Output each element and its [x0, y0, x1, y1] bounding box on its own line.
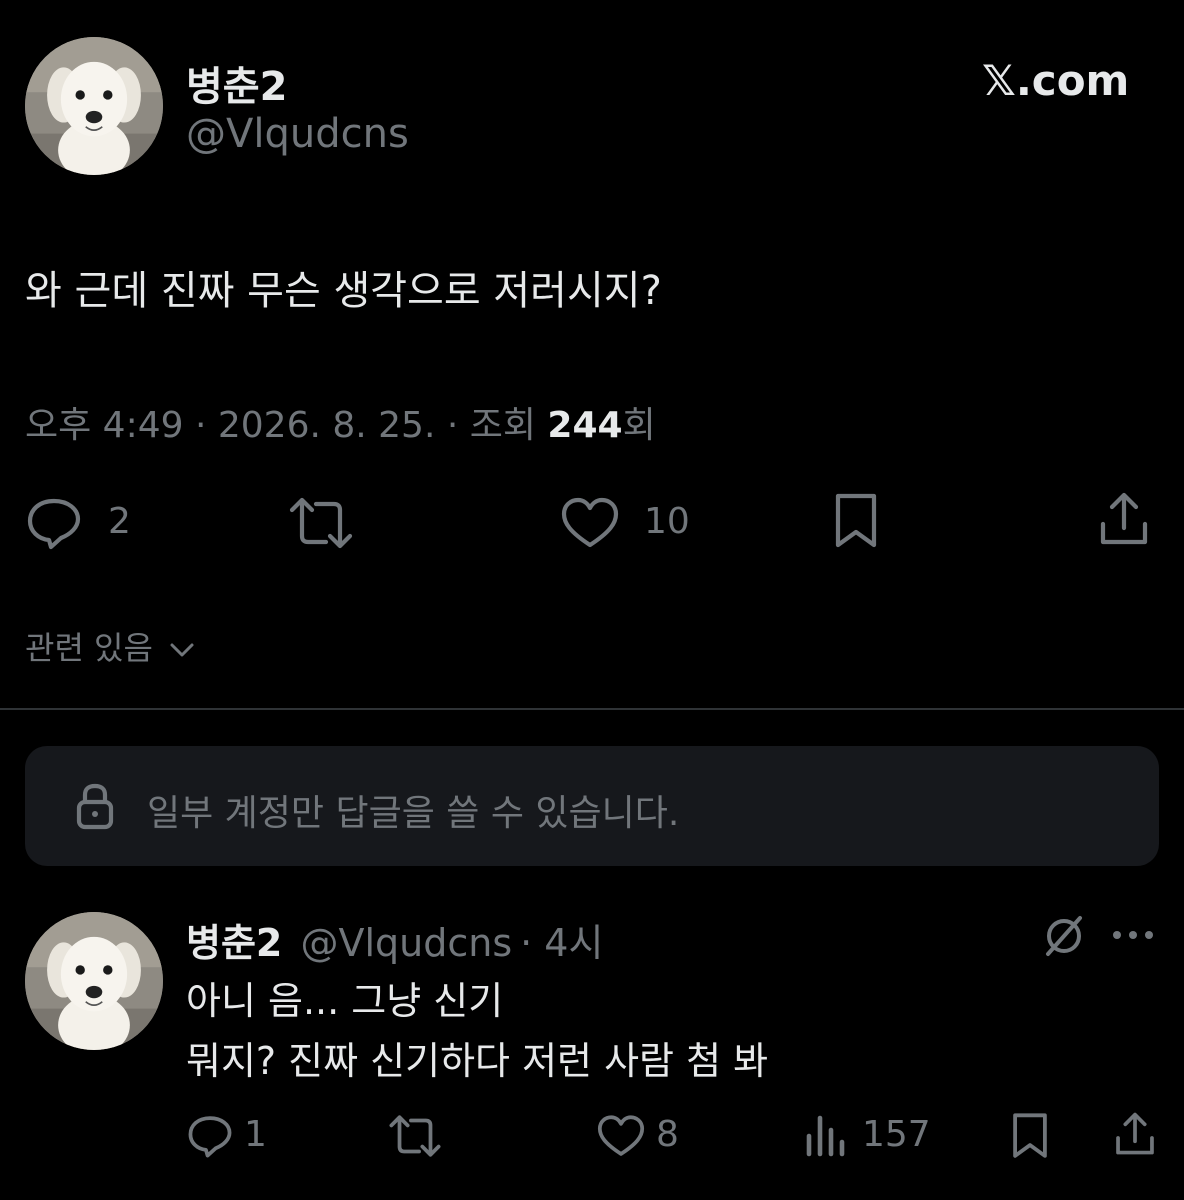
reply-like-count: 8: [656, 1114, 679, 1155]
reply-author-avatar[interactable]: [25, 912, 163, 1050]
reply-restriction-text: 일부 계정만 답글을 쓸 수 있습니다.: [147, 793, 680, 834]
x-brand-logo: 𝕏.com: [982, 56, 1130, 105]
reply-button[interactable]: [25, 496, 83, 550]
reply-text-line-1: 아니 음... 그냥 신기: [186, 979, 504, 1023]
reply-bookmark-button[interactable]: [1010, 1112, 1050, 1160]
analytics-bars-icon: [806, 1115, 845, 1157]
reply-count: 2: [108, 501, 131, 542]
heart-icon: [597, 1115, 645, 1156]
author-display-name[interactable]: 병춘2: [186, 54, 287, 112]
bookmark-button[interactable]: [832, 492, 880, 550]
more-options-button[interactable]: [1110, 926, 1156, 944]
reply-author-handle[interactable]: @Vlqudcns: [300, 921, 512, 965]
reply-header: 병춘2 @Vlqudcns · 4시: [186, 912, 603, 967]
reply-view-count: 157: [862, 1114, 931, 1155]
reply-views-button[interactable]: [804, 1112, 848, 1158]
chevron-down-icon: [170, 643, 194, 657]
section-divider: [0, 708, 1184, 710]
share-icon: [1116, 1112, 1154, 1155]
repost-icon: [289, 497, 353, 549]
grok-icon: [1046, 916, 1082, 956]
post-timestamp[interactable]: 오후 4:49 · 2026. 8. 25. · 조회: [25, 405, 547, 446]
grok-button[interactable]: [1040, 912, 1088, 960]
repost-button[interactable]: [288, 496, 354, 550]
reply-text-line-2: 뭐지? 진짜 신기하다 저런 사람 첨 봐: [186, 1039, 769, 1083]
author-handle[interactable]: @Vlqudcns: [186, 111, 409, 157]
repost-icon: [389, 1115, 441, 1157]
like-button[interactable]: [560, 496, 620, 550]
post-view-count: 244: [547, 405, 623, 446]
reply-share-button[interactable]: [1114, 1110, 1156, 1158]
heart-icon: [561, 497, 619, 548]
like-count: 10: [644, 501, 690, 542]
lock-icon: [75, 782, 115, 832]
bookmark-icon: [835, 493, 877, 548]
post-view-suffix: 회: [622, 405, 656, 446]
post-text: 와 근데 진짜 무슨 생각으로 저러시지?: [25, 268, 662, 314]
reply-author-display-name[interactable]: 병춘2: [186, 921, 282, 965]
reply-like-button[interactable]: [596, 1114, 646, 1158]
reply-reply-button[interactable]: [186, 1114, 234, 1158]
reply-time[interactable]: · 4시: [520, 921, 603, 965]
share-button[interactable]: [1098, 490, 1150, 548]
relevance-sort-label: 관련 있음: [25, 629, 153, 667]
more-dots-icon: [1113, 931, 1153, 939]
author-avatar[interactable]: [25, 37, 163, 175]
reply-reply-count: 1: [244, 1114, 267, 1155]
puppy-avatar-image: [25, 912, 163, 1050]
reply-bubble-icon: [188, 1116, 232, 1158]
share-icon: [1100, 492, 1148, 545]
screen: 병춘2 @Vlqudcns 𝕏.com 와 근데 진짜 무슨 생각으로 저러시지…: [0, 0, 1184, 1200]
bookmark-icon: [1013, 1113, 1047, 1158]
reply-bubble-icon: [27, 498, 81, 550]
reply-restriction-notice: 일부 계정만 답글을 쓸 수 있습니다.: [25, 746, 1159, 866]
relevance-sort-button[interactable]: 관련 있음: [25, 623, 195, 669]
puppy-avatar-image: [25, 37, 163, 175]
post-meta: 오후 4:49 · 2026. 8. 25. · 조회 244회: [25, 396, 656, 448]
reply-repost-button[interactable]: [388, 1114, 442, 1158]
